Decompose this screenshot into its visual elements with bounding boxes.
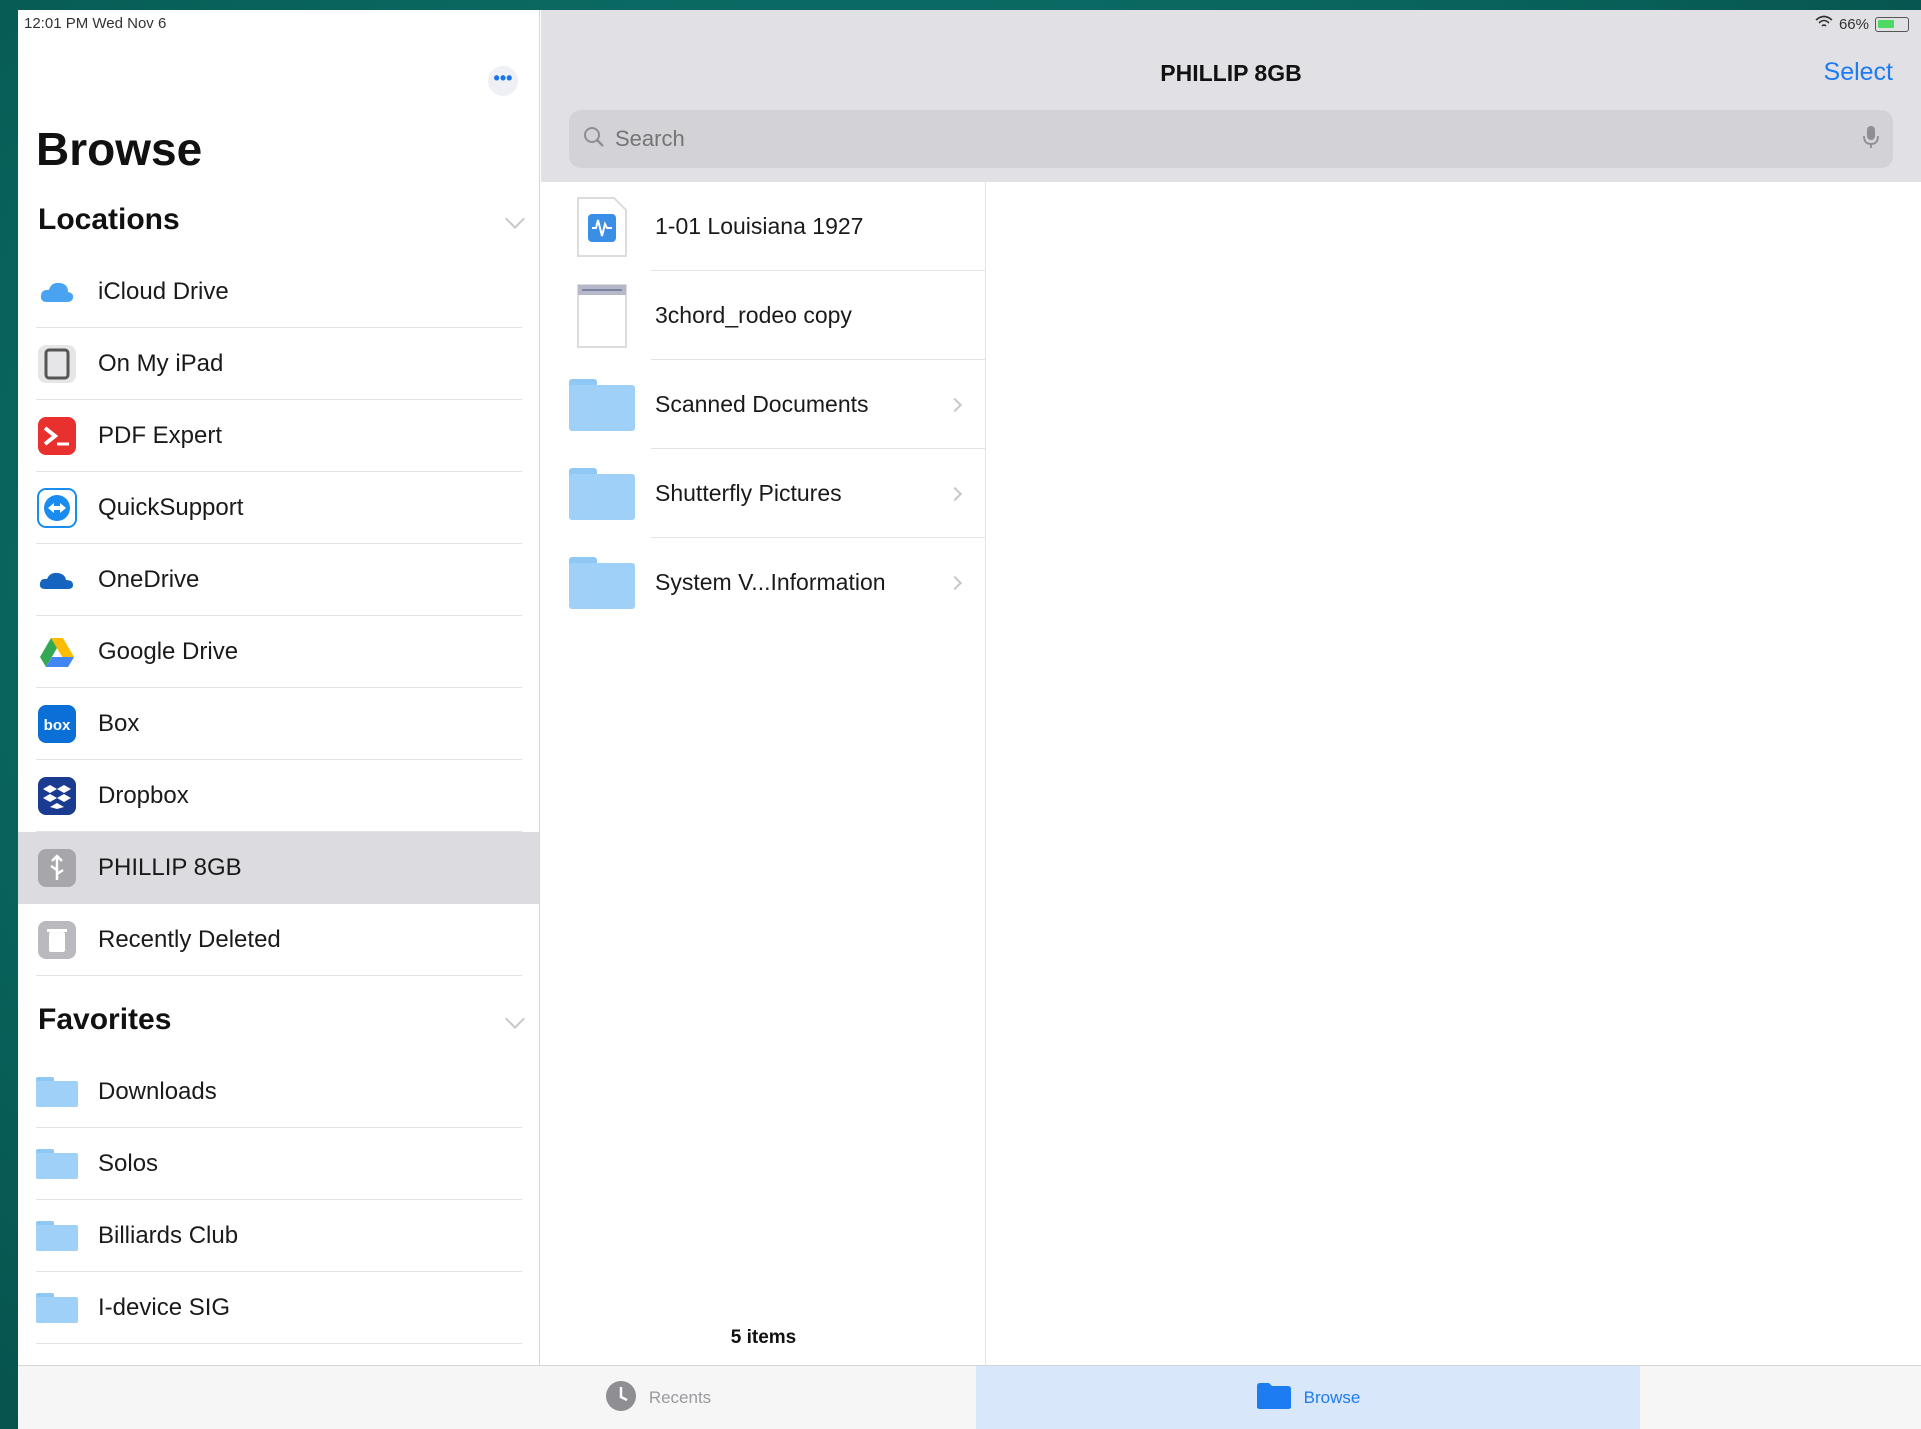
- quicksupport-icon: [36, 487, 78, 529]
- sidebar-item-label: Solos: [98, 1149, 159, 1177]
- wifi-icon: [1815, 15, 1833, 33]
- items-count: 5 items: [730, 1327, 797, 1348]
- locations-header[interactable]: Locations: [38, 203, 180, 237]
- icloud-icon: [36, 271, 78, 313]
- folder-icon: [36, 1143, 78, 1185]
- folder-row-scanned-documents[interactable]: Scanned Documents: [541, 360, 986, 449]
- folder-icon: [36, 1071, 78, 1113]
- favorites-header[interactable]: Favorites: [38, 1003, 171, 1037]
- pdf-expert-icon: [36, 415, 78, 457]
- sidebar-item-i-device-sig[interactable]: I-device SIG: [36, 1272, 522, 1344]
- sidebar-item-label: Billiards Club: [98, 1221, 239, 1249]
- content-header: 66% PHILLIP 8GB Select: [541, 10, 1921, 182]
- box-icon: box: [36, 703, 78, 745]
- sidebar-item-label: I-device SIG: [98, 1293, 231, 1321]
- sidebar-item-solos[interactable]: Solos: [36, 1128, 522, 1200]
- chevron-right-icon: [947, 397, 963, 412]
- ipad-icon: [36, 343, 78, 385]
- file-list: 1-01 Louisiana 1927 3chord_rodeo copy Sc…: [541, 182, 986, 1365]
- file-name: System V...Information: [655, 569, 886, 595]
- chevron-down-icon[interactable]: [505, 209, 525, 229]
- sidebar-item-billiards-club[interactable]: Billiards Club: [36, 1200, 522, 1272]
- select-button[interactable]: Select: [1824, 58, 1893, 87]
- search-input[interactable]: [615, 126, 1863, 152]
- battery-percent: 66%: [1838, 15, 1869, 33]
- folder-icon: [567, 548, 637, 618]
- sidebar-item-partial[interactable]: [36, 1344, 522, 1365]
- sidebar-item-label: Google Drive: [98, 637, 239, 665]
- clock-icon: [605, 1380, 637, 1417]
- chevron-down-icon[interactable]: [505, 1009, 525, 1029]
- file-name: Shutterfly Pictures: [655, 480, 842, 506]
- sidebar-item-quicksupport[interactable]: QuickSupport: [36, 472, 522, 544]
- folder-icon: [567, 459, 637, 529]
- sidebar-item-google-drive[interactable]: Google Drive: [36, 616, 522, 688]
- sidebar-item-on-my-ipad[interactable]: On My iPad: [36, 328, 522, 400]
- sidebar-item-label: On My iPad: [98, 349, 224, 377]
- sidebar-item-box[interactable]: box Box: [36, 688, 522, 760]
- tab-browse[interactable]: Browse: [976, 1366, 1640, 1429]
- folder-row-system-volume-information[interactable]: System V...Information: [541, 538, 986, 627]
- sidebar-item-recently-deleted[interactable]: Recently Deleted: [36, 904, 522, 976]
- tab-recents[interactable]: Recents: [558, 1366, 758, 1429]
- detail-pane: [987, 182, 1921, 1365]
- sidebar-item-label: iCloud Drive: [98, 277, 229, 305]
- document-icon: [567, 281, 637, 351]
- folder-title: PHILLIP 8GB: [1160, 60, 1302, 86]
- svg-text:box: box: [44, 717, 71, 734]
- search-bar[interactable]: [569, 110, 1893, 168]
- dropbox-icon: [36, 775, 78, 817]
- more-options-button[interactable]: •••: [488, 66, 518, 96]
- folder-icon: [567, 370, 637, 440]
- status-indicators: 66%: [1815, 15, 1909, 33]
- file-row-louisiana-1927[interactable]: 1-01 Louisiana 1927: [541, 182, 986, 271]
- sidebar-item-onedrive[interactable]: OneDrive: [36, 544, 522, 616]
- usb-drive-icon: [36, 847, 78, 889]
- tab-label: Recents: [648, 1388, 712, 1407]
- trash-icon: [36, 919, 78, 961]
- file-row-3chord-rodeo-copy[interactable]: 3chord_rodeo copy: [541, 271, 986, 360]
- sidebar-item-label: OneDrive: [98, 565, 200, 593]
- sidebar-item-label: Downloads: [98, 1077, 217, 1105]
- sidebar-item-label: Box: [98, 709, 140, 737]
- chevron-right-icon: [947, 575, 963, 590]
- file-name: 3chord_rodeo copy: [655, 302, 852, 328]
- sidebar-item-label: QuickSupport: [98, 493, 244, 521]
- sidebar-item-label: Recently Deleted: [98, 925, 281, 953]
- folder-row-shutterfly-pictures[interactable]: Shutterfly Pictures: [541, 449, 986, 538]
- page-title: Browse: [36, 123, 203, 175]
- audio-file-icon: [567, 192, 637, 262]
- sidebar-item-label: PDF Expert: [98, 421, 223, 449]
- status-time: 12:01 PM Wed Nov 6: [24, 15, 167, 32]
- onedrive-icon: [36, 559, 78, 601]
- tab-label: Browse: [1303, 1388, 1361, 1407]
- google-drive-icon: [36, 631, 78, 673]
- sidebar-item-label: PHILLIP 8GB: [98, 854, 242, 881]
- folder-icon: [36, 1215, 78, 1257]
- search-icon: [583, 126, 605, 153]
- sidebar-item-label: Dropbox: [98, 781, 189, 809]
- microphone-icon[interactable]: [1863, 125, 1879, 154]
- file-name: 1-01 Louisiana 1927: [655, 213, 864, 239]
- battery-icon: [1875, 16, 1909, 32]
- sidebar-item-downloads[interactable]: Downloads: [36, 1056, 522, 1128]
- sidebar-item-icloud-drive[interactable]: iCloud Drive: [36, 256, 522, 328]
- sidebar: 12:01 PM Wed Nov 6 ••• Browse Locations …: [18, 10, 540, 1365]
- ipad-screen: 12:01 PM Wed Nov 6 ••• Browse Locations …: [18, 10, 1921, 1429]
- sidebar-item-dropbox[interactable]: Dropbox: [36, 760, 522, 832]
- tab-bar: Recents Browse: [18, 1365, 1921, 1429]
- file-name: Scanned Documents: [655, 391, 869, 417]
- sidebar-item-pdf-expert[interactable]: PDF Expert: [36, 400, 522, 472]
- folder-icon: [1256, 1382, 1292, 1415]
- folder-icon: [36, 1287, 78, 1329]
- sidebar-item-phillip-8gb[interactable]: PHILLIP 8GB: [18, 832, 539, 904]
- chevron-right-icon: [947, 486, 963, 501]
